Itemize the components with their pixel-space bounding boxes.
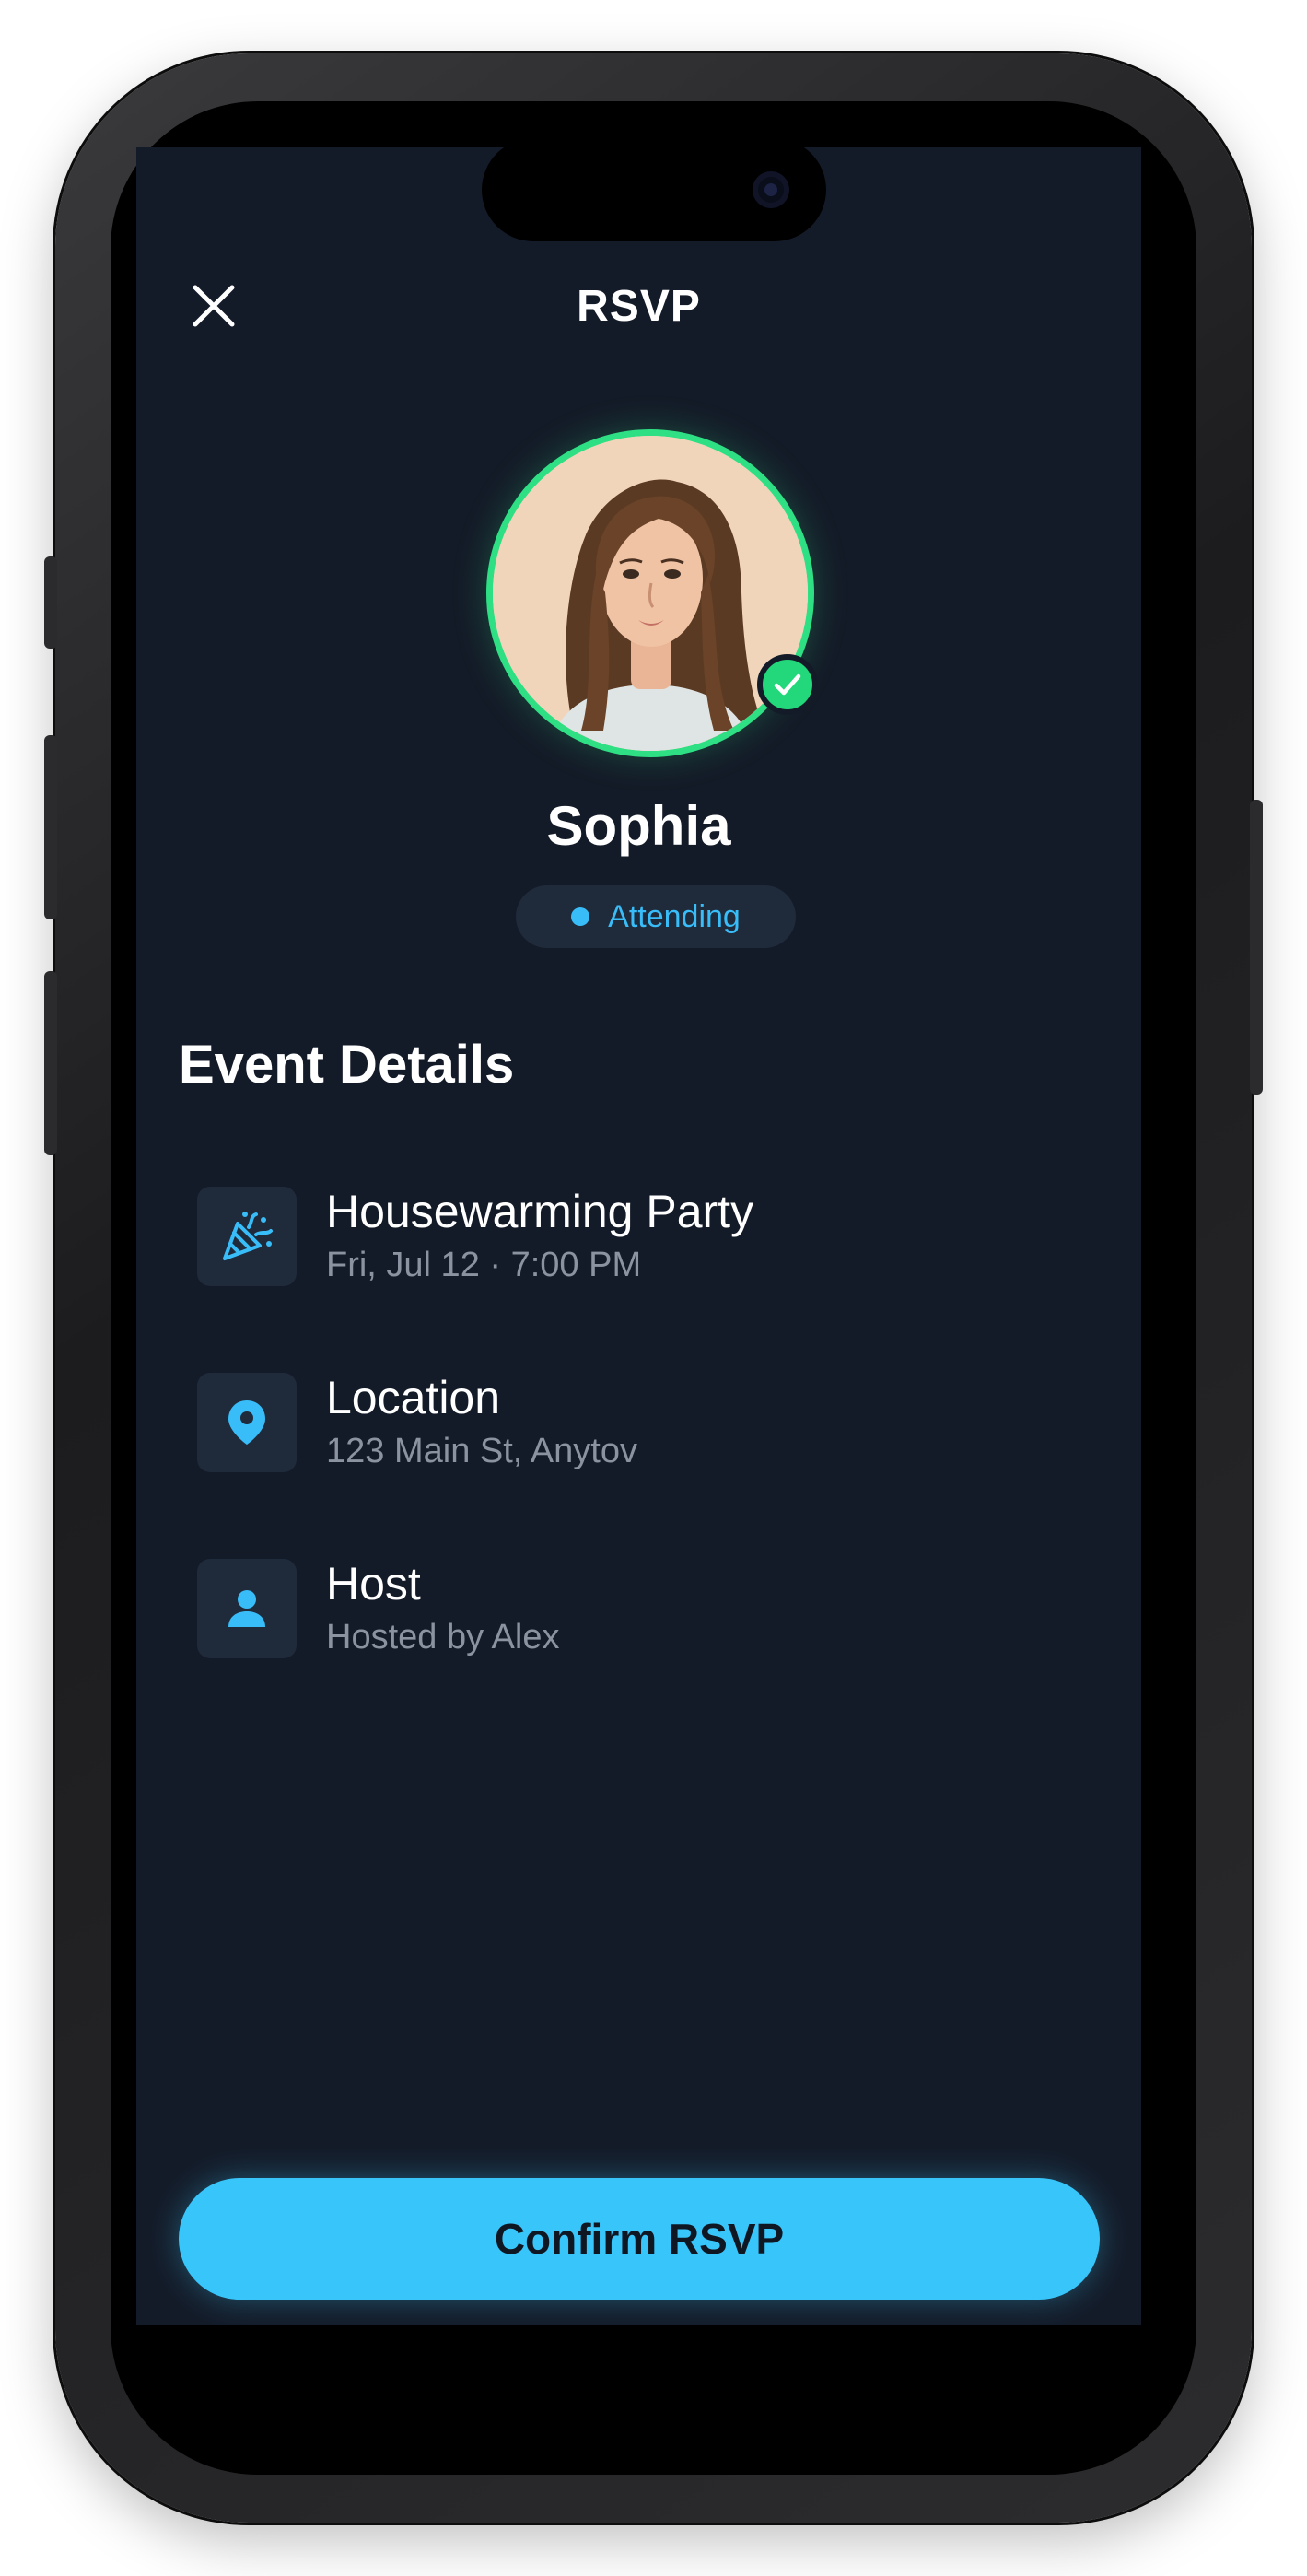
guest-name: Sophia: [546, 795, 731, 857]
page-title: RSVP: [577, 282, 701, 331]
avatar-container: [486, 429, 818, 757]
action-button: [44, 556, 57, 649]
status-label: Attending: [608, 898, 741, 934]
detail-item-event: Housewarming Party Fri, Jul 12 · 7:00 PM: [197, 1186, 1026, 1288]
status-badge: Attending: [516, 885, 796, 948]
detail-icon-box: [197, 1559, 297, 1658]
location-address: 123 Main St, Anytov: [326, 1432, 637, 1470]
check-icon: [774, 673, 801, 696]
person-icon: [228, 1590, 265, 1627]
attending-check-badge: [757, 654, 818, 715]
host-name: Hosted by Alex: [326, 1618, 560, 1657]
side-button: [1250, 800, 1263, 1095]
event-datetime: Fri, Jul 12 · 7:00 PM: [326, 1246, 642, 1284]
rsvp-screen: RSVP Sophia Attending Event Details Hous…: [136, 147, 1141, 2325]
host-title: Host: [326, 1558, 421, 1610]
avatar-portrait: [493, 436, 808, 751]
front-camera: [753, 171, 789, 208]
avatar: [486, 429, 814, 757]
party-popper-icon: [223, 1212, 273, 1260]
location-title: Location: [326, 1372, 501, 1423]
volume-down-button: [44, 971, 57, 1155]
confirm-rsvp-button[interactable]: Confirm RSVP: [179, 2178, 1100, 2300]
location-pin-icon: [228, 1400, 265, 1445]
detail-item-host: Host Hosted by Alex: [197, 1558, 1026, 1660]
volume-up-button: [44, 735, 57, 919]
detail-icon-box: [197, 1373, 297, 1472]
detail-icon-box: [197, 1187, 297, 1286]
dynamic-island: [482, 138, 826, 241]
event-title: Housewarming Party: [326, 1186, 754, 1237]
section-heading: Event Details: [179, 1035, 515, 1095]
status-dot: [571, 907, 590, 926]
detail-item-location[interactable]: Location 123 Main St, Anytov: [197, 1372, 1026, 1474]
